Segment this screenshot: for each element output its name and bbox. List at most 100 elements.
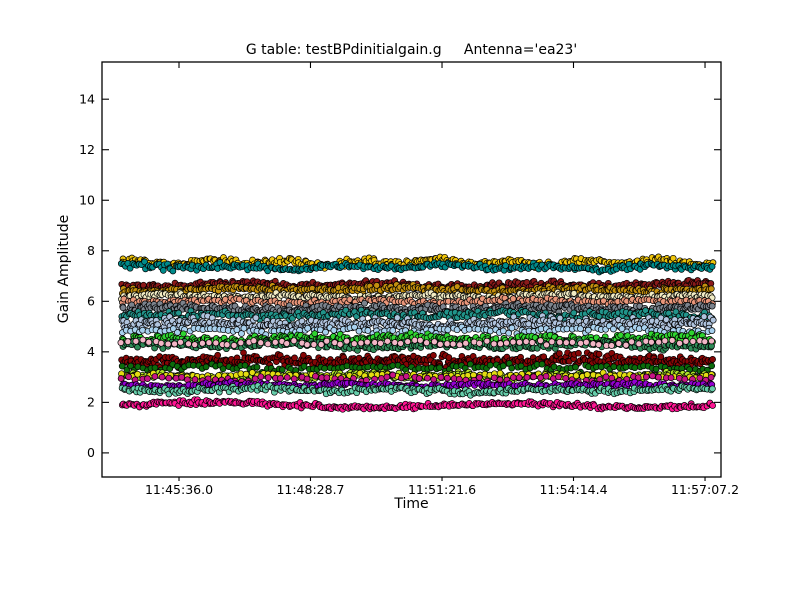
data-point [537,337,544,344]
data-point [431,338,438,346]
data-point [617,331,625,339]
data-point [595,341,603,348]
data-point [223,341,231,349]
data-point [124,338,132,345]
data-point [556,314,564,322]
data-point [214,351,222,359]
data-point [336,340,344,348]
data-point [608,342,615,349]
data-point [304,324,312,332]
data-point [708,302,716,310]
data-point [240,324,248,332]
data-point [708,337,715,345]
data-point [522,338,530,345]
data-point [615,340,623,347]
data-point [144,375,151,382]
data-point [202,363,210,371]
data-point [323,337,331,345]
data-point [584,326,592,334]
data-point [543,341,550,349]
data-point [508,324,516,332]
data-point [291,354,298,362]
data-point [283,340,291,347]
data-point [661,337,669,345]
data-point [538,360,546,368]
data-point [180,330,187,338]
data-point [171,340,178,348]
data-point [185,340,192,348]
data-point [708,327,716,334]
data-point [668,337,676,344]
data-point [465,325,473,333]
data-point [230,342,238,349]
data-point [610,363,618,371]
data-point [177,338,184,346]
data-point [317,341,325,348]
data-point [456,341,464,349]
data-point [139,336,147,344]
data-point [509,338,517,346]
data-point [117,339,125,346]
data-point [364,363,372,371]
data-point [483,337,491,345]
data-point [490,340,498,348]
data-point [516,338,523,346]
data-point [709,356,716,363]
data-point [125,373,132,381]
data-point [278,366,286,373]
data-point [486,361,494,369]
data-point [397,340,404,347]
data-point [174,329,181,336]
data-point [363,338,371,346]
data-point [676,339,683,347]
data-point [132,337,140,345]
data-point [145,338,153,346]
data-point [474,325,482,333]
data-point [436,364,443,372]
data-point [178,373,186,381]
data-point [548,338,556,346]
data-point [139,326,146,334]
data-point [169,267,177,275]
data-point [321,365,328,372]
data-point [628,338,635,346]
data-point [430,352,437,359]
data-point [707,285,715,293]
data-point [528,339,536,346]
data-point [708,362,716,370]
data-point [682,338,690,345]
data-point [589,340,597,348]
data-point [631,364,639,372]
data-point [449,340,457,348]
data-point [257,339,265,347]
data-point [158,373,166,381]
data-point [343,337,351,345]
data-point [577,339,584,347]
data-point [622,363,630,371]
data-point [610,325,617,333]
data-point [655,338,663,346]
data-point [330,326,338,334]
data-point [253,363,261,371]
data-point [393,314,401,322]
data-point [242,370,250,378]
data-point [642,337,650,345]
data-point [622,341,630,349]
data-point [377,339,384,347]
data-point [583,371,591,378]
data-point [496,369,504,377]
data-point [582,338,590,346]
data-point [290,337,298,345]
data-point [569,338,576,346]
data-point [577,325,584,333]
data-point [443,340,451,348]
data-point [595,350,603,358]
data-point [164,340,172,348]
data-point [648,338,655,346]
data-point [350,340,358,348]
data-point [303,341,311,348]
data-point [635,340,643,348]
data-point [371,339,379,346]
data-point [444,326,452,334]
data-point [497,340,504,348]
